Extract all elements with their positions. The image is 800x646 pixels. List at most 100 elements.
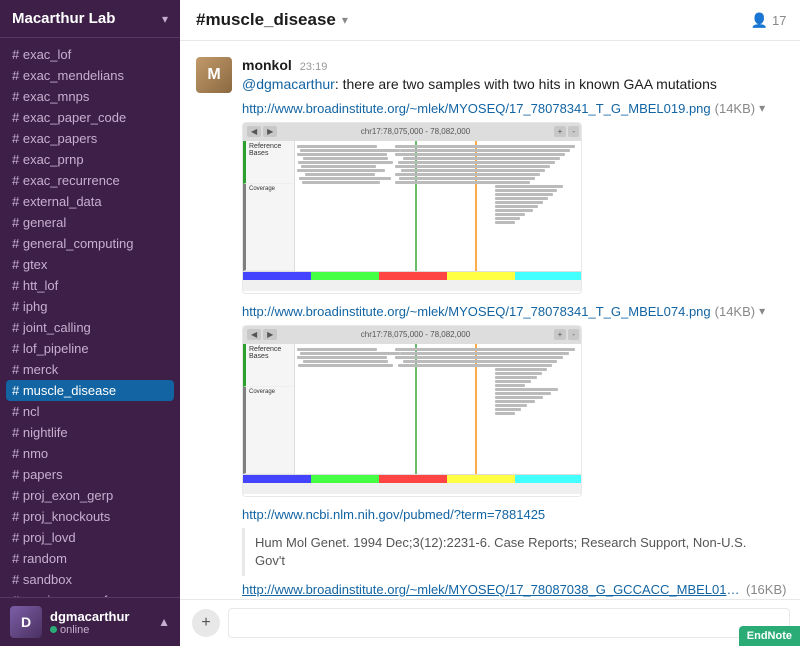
- message-author: monkol: [242, 57, 292, 73]
- sidebar-channel-exac_prnp[interactable]: # exac_prnp: [0, 149, 180, 170]
- sidebar-channel-exac_mnps[interactable]: # exac_mnps: [0, 86, 180, 107]
- status-text: online: [60, 624, 89, 636]
- image-link-1[interactable]: http://www.broadinstitute.org/~mlek/MYOS…: [242, 101, 711, 116]
- member-count-value: 17: [772, 13, 786, 28]
- sidebar-channel-exac_paper_code[interactable]: # exac_paper_code: [0, 107, 180, 128]
- user-info: D dgmacarthur online: [10, 606, 129, 638]
- sidebar-channel-proj_exon_gerp[interactable]: # proj_exon_gerp: [0, 485, 180, 506]
- sidebar-channel-exac_papers[interactable]: # exac_papers: [0, 128, 180, 149]
- track-label-1: Reference Bases: [243, 141, 294, 184]
- message-input-area: +: [180, 599, 800, 646]
- channel-header: #muscle_disease ▾ 👤 17: [180, 0, 800, 41]
- igv-nav-btn-4[interactable]: ▶: [263, 329, 277, 340]
- third-link-row: http://www.broadinstitute.org/~mlek/MYOS…: [242, 582, 786, 597]
- status-dot: [50, 626, 57, 633]
- chevron-up-icon[interactable]: ▲: [158, 615, 170, 629]
- sidebar-channel-iphg[interactable]: # iphg: [0, 296, 180, 317]
- sidebar-channel-seminars_conferences[interactable]: # seminars_conferences: [0, 590, 180, 597]
- igv-zoom-in[interactable]: +: [554, 126, 567, 137]
- image-preview-1: ◀ ▶ chr17:78,075,000 - 78,082,000 + - Re…: [242, 122, 582, 294]
- link-chevron-1-icon[interactable]: ▾: [759, 101, 765, 115]
- sidebar-channel-proj_knockouts[interactable]: # proj_knockouts: [0, 506, 180, 527]
- messages-area: M monkol 23:19 @dgmacarthur: there are t…: [180, 41, 800, 599]
- sidebar-channel-muscle_disease[interactable]: # muscle_disease: [6, 380, 174, 401]
- sidebar-channel-papers[interactable]: # papers: [0, 464, 180, 485]
- sidebar-channel-exac_recurrence[interactable]: # exac_recurrence: [0, 170, 180, 191]
- message-content: monkol 23:19 @dgmacarthur: there are two…: [242, 57, 786, 599]
- sidebar-channel-ncl[interactable]: # ncl: [0, 401, 180, 422]
- link-chevron-2-icon[interactable]: ▾: [759, 304, 765, 318]
- sidebar-channel-proj_lovd[interactable]: # proj_lovd: [0, 527, 180, 548]
- attach-icon: +: [201, 614, 210, 632]
- igv-zoom-out[interactable]: -: [568, 126, 579, 137]
- sidebar-title: Macarthur Lab: [12, 10, 115, 27]
- sidebar-channel-htt_lof[interactable]: # htt_lof: [0, 275, 180, 296]
- sidebar-chevron-icon[interactable]: ▾: [162, 12, 168, 26]
- igv-track-area: Reference Bases Coverage: [243, 141, 582, 271]
- avatar: D: [10, 606, 42, 638]
- track-label-2: Coverage: [243, 184, 294, 271]
- message-time: 23:19: [300, 61, 328, 73]
- igv-header: ◀ ▶ chr17:78,075,000 - 78,082,000 + -: [243, 123, 582, 141]
- member-icon: 👤: [751, 12, 768, 29]
- sidebar-channel-general[interactable]: # general: [0, 212, 180, 233]
- igv-nav-btn[interactable]: ◀: [247, 126, 261, 137]
- track-label-4: Coverage: [243, 387, 294, 474]
- user-name: dgmacarthur: [50, 609, 129, 624]
- user-status: online: [50, 624, 129, 636]
- sidebar-channel-exac_lof[interactable]: # exac_lof: [0, 44, 180, 65]
- message-avatar: M: [196, 57, 232, 93]
- igv-tracks: [295, 141, 582, 271]
- attach-button[interactable]: +: [192, 609, 220, 637]
- sidebar-header: Macarthur Lab ▾: [0, 0, 180, 38]
- channel-name-area: #muscle_disease ▾: [196, 10, 348, 30]
- sidebar: Macarthur Lab ▾ # exac_lof# exac_mendeli…: [0, 0, 180, 646]
- igv-track-area-2: Reference Bases Coverage: [243, 344, 582, 474]
- color-strip-2: [243, 475, 582, 483]
- pubmed-link[interactable]: http://www.ncbi.nlm.nih.gov/pubmed/?term…: [242, 507, 545, 522]
- igv-nav-btn-2[interactable]: ▶: [263, 126, 277, 137]
- third-link-size: (16KB): [746, 582, 786, 597]
- igv-zoom-in-2[interactable]: +: [554, 329, 567, 340]
- igv-bottom: [243, 271, 582, 291]
- image-link-2[interactable]: http://www.broadinstitute.org/~mlek/MYOS…: [242, 304, 711, 319]
- avatar-image: D: [10, 606, 42, 638]
- igv-image-2: ◀ ▶ chr17:78,075,000 - 78,082,000 + - Re…: [243, 326, 582, 496]
- image-preview-2: ◀ ▶ chr17:78,075,000 - 78,082,000 + - Re…: [242, 325, 582, 497]
- endnote-badge: EndNote: [739, 626, 800, 646]
- igv-bottom-2: [243, 474, 582, 494]
- igv-zoom-out-2[interactable]: -: [568, 329, 579, 340]
- sidebar-channel-sandbox[interactable]: # sandbox: [0, 569, 180, 590]
- user-details: dgmacarthur online: [50, 609, 129, 636]
- message-body: : there are two samples with two hits in…: [335, 76, 717, 92]
- igv-header-2: ◀ ▶ chr17:78,075,000 - 78,082,000 + -: [243, 326, 582, 344]
- sidebar-channel-external_data[interactable]: # external_data: [0, 191, 180, 212]
- sidebar-channel-exac_mendelians[interactable]: # exac_mendelians: [0, 65, 180, 86]
- sidebar-channel-general_computing[interactable]: # general_computing: [0, 233, 180, 254]
- link-row-2: http://www.broadinstitute.org/~mlek/MYOS…: [242, 304, 786, 319]
- channel-name: #muscle_disease: [196, 10, 336, 30]
- channel-chevron-icon[interactable]: ▾: [342, 13, 348, 27]
- sidebar-channel-gtex[interactable]: # gtex: [0, 254, 180, 275]
- citation-text: Hum Mol Genet. 1994 Dec;3(12):2231-6. Ca…: [255, 535, 746, 568]
- sidebar-channel-random[interactable]: # random: [0, 548, 180, 569]
- third-link[interactable]: http://www.broadinstitute.org/~mlek/MYOS…: [242, 582, 742, 597]
- message-header: monkol 23:19: [242, 57, 786, 73]
- mention[interactable]: @dgmacarthur: [242, 76, 335, 92]
- sidebar-channels: # exac_lof# exac_mendelians# exac_mnps# …: [0, 38, 180, 597]
- sidebar-channel-nightlife[interactable]: # nightlife: [0, 422, 180, 443]
- message-input[interactable]: [228, 608, 790, 638]
- sidebar-channel-merck[interactable]: # merck: [0, 359, 180, 380]
- main-content: #muscle_disease ▾ 👤 17 M monkol 23:19 @d…: [180, 0, 800, 646]
- igv-nav-btn-3[interactable]: ◀: [247, 329, 261, 340]
- message-block: M monkol 23:19 @dgmacarthur: there are t…: [196, 57, 786, 599]
- sidebar-footer: D dgmacarthur online ▲: [0, 597, 180, 646]
- sidebar-channel-lof_pipeline[interactable]: # lof_pipeline: [0, 338, 180, 359]
- sidebar-channel-nmo[interactable]: # nmo: [0, 443, 180, 464]
- sidebar-channel-joint_calling[interactable]: # joint_calling: [0, 317, 180, 338]
- igv-image-1: ◀ ▶ chr17:78,075,000 - 78,082,000 + - Re…: [243, 123, 582, 293]
- citation-block: Hum Mol Genet. 1994 Dec;3(12):2231-6. Ca…: [242, 528, 786, 576]
- link-row-1: http://www.broadinstitute.org/~mlek/MYOS…: [242, 101, 786, 116]
- link-size-1: (14KB): [715, 101, 755, 116]
- color-strip: [243, 272, 582, 280]
